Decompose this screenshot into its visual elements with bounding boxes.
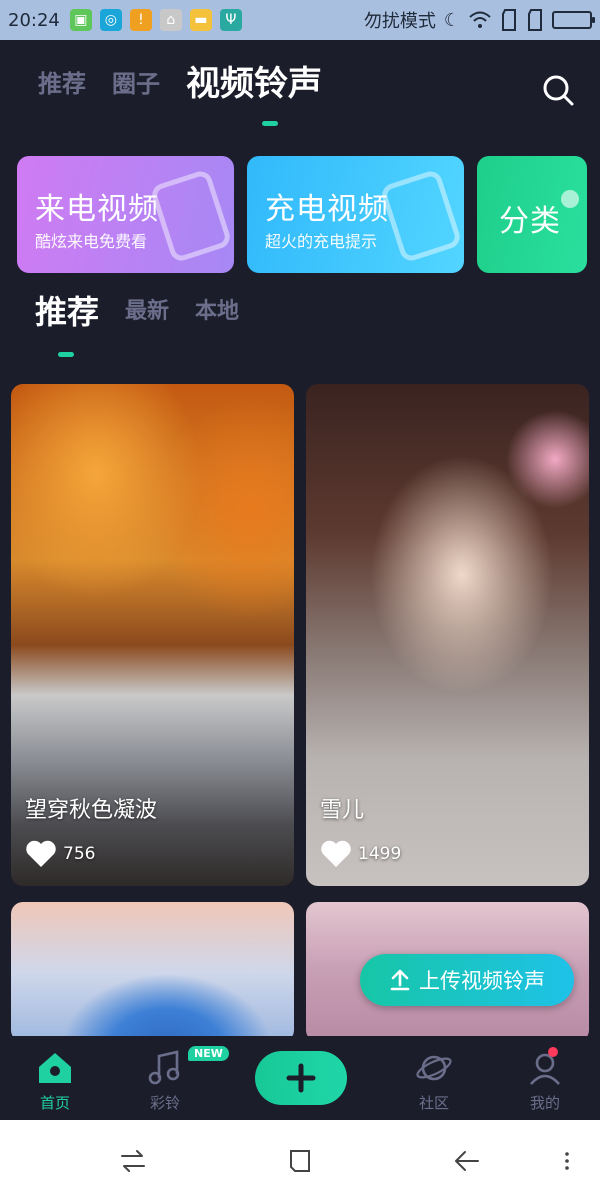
nav-me-label: 我的 xyxy=(529,1094,560,1112)
video-card[interactable] xyxy=(11,902,294,1042)
banner-subtitle: 酷炫来电免费看 xyxy=(35,232,148,251)
sub-tab-indicator xyxy=(58,352,74,357)
battery-icon xyxy=(552,11,595,29)
battery-bolt-icon xyxy=(379,168,463,264)
planet-icon xyxy=(416,1055,452,1081)
top-tab-indicator xyxy=(262,121,278,126)
upload-label: 上传视频铃声 xyxy=(419,969,545,993)
banner-subtitle: 超火的充电提示 xyxy=(265,232,378,251)
wifi-icon xyxy=(469,11,491,28)
banner-title: 来电视频 xyxy=(35,192,159,227)
broom-icon: ⌂ xyxy=(159,9,182,31)
upload-video-ringtone-button[interactable]: 上传视频铃声 xyxy=(360,954,574,1006)
warning-icon: ! xyxy=(129,9,152,31)
dnd-label: 勿扰模式 xyxy=(363,11,436,32)
upload-icon xyxy=(390,969,410,991)
subtab-latest[interactable]: 最新 xyxy=(125,292,169,332)
home-icon xyxy=(39,1053,71,1083)
plus-icon xyxy=(286,1063,316,1093)
status-bar: 20:24 ▣ ◎ ! ⌂ ▬ Ψ 勿扰模式 ☾ xyxy=(0,0,600,40)
tab-recommend[interactable]: 推荐 xyxy=(38,62,86,106)
app-screen: 20:24 ▣ ◎ ! ⌂ ▬ Ψ 勿扰模式 ☾ 推荐 圈子 视频铃声 来电视频… xyxy=(0,0,600,1200)
likes-count: 756 xyxy=(63,844,96,864)
video-card[interactable]: 望穿秋色凝波 756 xyxy=(11,384,294,886)
moon-icon: ☾ xyxy=(443,9,460,31)
usb-icon: Ψ xyxy=(219,9,242,31)
switch-apps-icon[interactable] xyxy=(118,1146,148,1176)
incoming-call-video-banner[interactable]: 来电视频 酷炫来电免费看 xyxy=(17,156,234,273)
video-title: 望穿秋色凝波 xyxy=(25,798,158,823)
back-arrow-icon[interactable] xyxy=(452,1146,482,1176)
likes-count: 1499 xyxy=(358,844,402,864)
tab-circle[interactable]: 圈子 xyxy=(112,62,160,106)
nav-home-label: 首页 xyxy=(39,1094,70,1112)
top-tab-bar: 推荐 圈子 视频铃声 xyxy=(38,62,322,106)
heart-icon xyxy=(26,840,56,867)
heart-icon xyxy=(321,840,351,867)
menu-dots-icon[interactable] xyxy=(552,1146,582,1176)
nav-ringtone-label: 彩铃 xyxy=(149,1094,180,1112)
sim-icon xyxy=(528,9,542,31)
add-button[interactable] xyxy=(255,1051,347,1105)
sub-tab-bar: 推荐 最新 本地 xyxy=(35,292,239,332)
app-notification-icon: ▣ xyxy=(69,9,92,31)
subtab-local[interactable]: 本地 xyxy=(195,292,239,332)
app-notification-icon: ◎ xyxy=(99,9,122,31)
nav-community[interactable]: 社区 xyxy=(394,1050,474,1113)
category-icon xyxy=(561,190,579,208)
banner-title: 分类 xyxy=(499,204,561,239)
banner-title: 充电视频 xyxy=(265,192,389,227)
notification-dot xyxy=(548,1047,558,1057)
home-square-icon[interactable] xyxy=(285,1146,315,1176)
video-title: 雪儿 xyxy=(320,798,365,823)
video-likes: 756 xyxy=(25,840,95,868)
video-card[interactable]: 雪儿 1499 xyxy=(306,384,589,886)
nav-home[interactable]: 首页 xyxy=(15,1050,95,1113)
video-likes: 1499 xyxy=(320,840,401,868)
person-icon xyxy=(530,1053,560,1085)
new-badge: NEW xyxy=(188,1046,229,1061)
search-icon[interactable] xyxy=(540,72,576,108)
nav-community-label: 社区 xyxy=(418,1094,449,1112)
system-nav-bar xyxy=(0,1120,600,1200)
sim-icon xyxy=(502,9,516,31)
subtab-recommend[interactable]: 推荐 xyxy=(35,292,99,332)
status-time: 20:24 xyxy=(8,9,60,31)
category-banner[interactable]: 分类 xyxy=(477,156,587,273)
music-note-icon xyxy=(148,1050,180,1085)
folder-icon: ▬ xyxy=(189,9,212,31)
charging-video-banner[interactable]: 充电视频 超火的充电提示 xyxy=(247,156,464,273)
phone-video-icon xyxy=(149,168,233,264)
nav-me[interactable]: 我的 xyxy=(505,1050,585,1113)
tab-video-ringtone[interactable]: 视频铃声 xyxy=(186,62,322,106)
